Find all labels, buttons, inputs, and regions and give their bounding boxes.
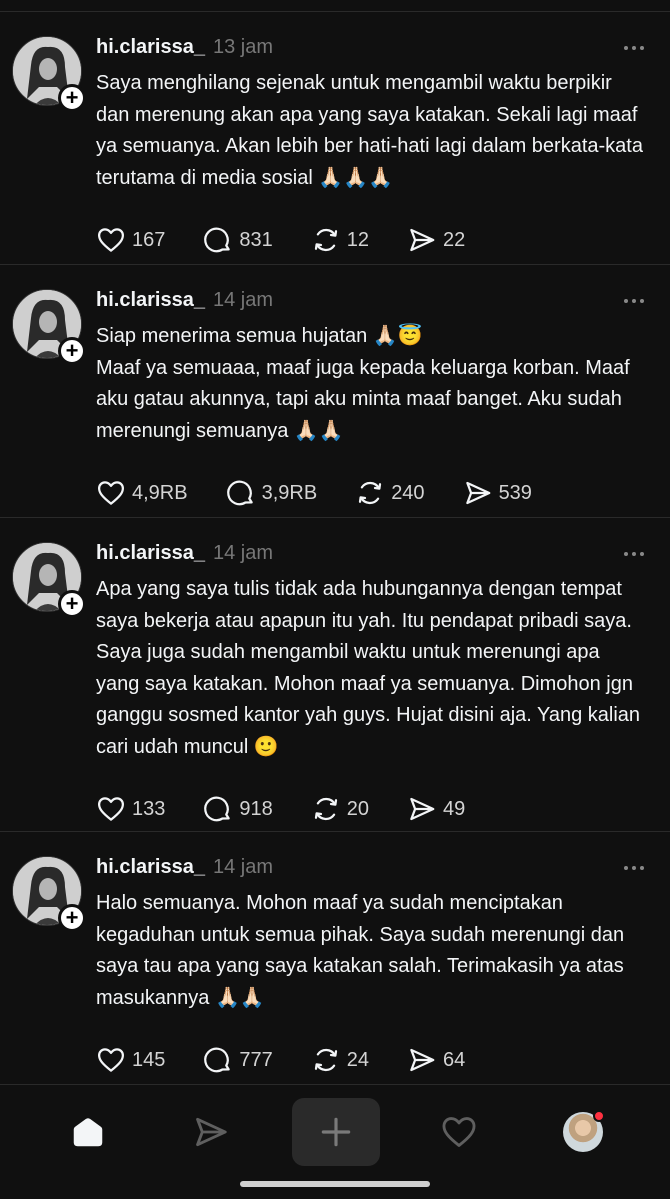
repost-count: 24 [346, 1048, 369, 1071]
repost-icon [314, 797, 337, 821]
tab-activity[interactable] [417, 1098, 501, 1166]
post-text: Siap menerima semua hujatan 🙏🏻😇 Maaf ya … [96, 325, 630, 442]
post-time: 14 jam [212, 856, 273, 878]
share-button[interactable]: 539 [463, 478, 532, 508]
repost-button[interactable]: 12 [311, 225, 369, 255]
send-icon [410, 228, 435, 252]
plus-icon [321, 1117, 351, 1147]
home-icon [73, 1118, 103, 1147]
reply-count: 831 [239, 228, 273, 251]
like-button[interactable]: 4,9RB [96, 478, 188, 508]
top-divider [0, 0, 670, 12]
post-avatar[interactable]: + [12, 36, 86, 112]
reply-count: 777 [239, 1048, 273, 1071]
post-time: 14 jam [212, 289, 273, 311]
reply-button[interactable]: 918 [203, 794, 273, 824]
reply-button[interactable]: 831 [203, 225, 273, 255]
send-icon [410, 797, 435, 821]
post-username[interactable]: hi.clarissa_ [96, 856, 205, 879]
tab-home[interactable] [46, 1098, 130, 1166]
threads-feed: + hi.clarissa_ 13 jam Saya menghilang se… [0, 0, 670, 1085]
follow-plus-icon[interactable]: + [58, 590, 86, 618]
comment-icon [226, 480, 253, 506]
post-text: Apa yang saya tulis tidak ada hubunganny… [96, 578, 641, 758]
tab-profile[interactable] [541, 1098, 625, 1166]
thread-post[interactable]: + hi.clarissa_ 13 jam Saya menghilang se… [0, 12, 670, 265]
send-icon [196, 1117, 227, 1147]
send-icon [410, 1048, 435, 1072]
post-text: Halo semuanya. Mohon maaf ya sudah menci… [96, 892, 625, 1009]
thread-post[interactable]: + hi.clarissa_ 14 jam Halo semuanya. Moh… [0, 832, 670, 1085]
comment-icon [204, 1047, 231, 1073]
more-dots-icon[interactable] [624, 552, 644, 556]
like-count: 167 [132, 228, 166, 251]
post-time: 13 jam [212, 36, 273, 58]
notification-dot [593, 1110, 605, 1122]
repost-count: 20 [346, 797, 369, 820]
share-button[interactable]: 22 [407, 225, 465, 255]
profile-avatar [563, 1110, 605, 1152]
post-text: Saya menghilang sejenak untuk mengambil … [96, 72, 643, 189]
more-dots-icon[interactable] [624, 299, 644, 303]
tab-new-thread[interactable] [292, 1098, 380, 1166]
follow-plus-icon[interactable]: + [58, 84, 86, 112]
heart-icon [98, 481, 124, 505]
more-dots-icon[interactable] [624, 866, 644, 870]
heart-icon [98, 228, 124, 252]
like-button[interactable]: 133 [96, 794, 165, 824]
tab-messages[interactable] [169, 1098, 253, 1166]
share-count: 22 [443, 228, 466, 251]
post-time: 14 jam [212, 542, 273, 564]
share-button[interactable]: 64 [407, 1045, 465, 1075]
repost-button[interactable]: 24 [311, 1045, 369, 1075]
repost-button[interactable]: 20 [311, 794, 369, 824]
post-username[interactable]: hi.clarissa_ [96, 289, 205, 312]
home-indicator [240, 1181, 430, 1187]
send-icon [465, 481, 490, 505]
repost-button[interactable]: 240 [355, 478, 425, 508]
post-avatar[interactable]: + [12, 289, 86, 365]
like-button[interactable]: 145 [96, 1045, 165, 1075]
share-button[interactable]: 49 [407, 794, 465, 824]
reply-count: 3,9RB [261, 481, 318, 504]
share-count: 64 [443, 1048, 466, 1071]
repost-icon [314, 1048, 337, 1072]
share-count: 49 [443, 797, 466, 820]
follow-plus-icon[interactable]: + [58, 904, 86, 932]
post-avatar[interactable]: + [12, 856, 86, 932]
repost-icon [359, 481, 382, 505]
heart-icon [442, 1117, 476, 1147]
like-count: 145 [132, 1048, 166, 1071]
more-dots-icon[interactable] [624, 46, 644, 50]
post-avatar[interactable]: + [12, 542, 86, 618]
bottom-tab-bar [0, 1086, 670, 1199]
comment-icon [204, 796, 231, 822]
thread-post[interactable]: + hi.clarissa_ 14 jam Apa yang saya tuli… [0, 518, 670, 832]
repost-count: 12 [346, 228, 369, 251]
heart-icon [98, 1048, 124, 1072]
post-username[interactable]: hi.clarissa_ [96, 36, 205, 59]
reply-button[interactable]: 777 [203, 1045, 273, 1075]
follow-plus-icon[interactable]: + [58, 337, 86, 365]
repost-count: 240 [391, 481, 425, 504]
heart-icon [98, 797, 124, 821]
like-count: 4,9RB [132, 481, 188, 504]
reply-count: 918 [239, 797, 273, 820]
post-username[interactable]: hi.clarissa_ [96, 542, 205, 565]
comment-icon [204, 227, 231, 253]
like-count: 133 [132, 797, 166, 820]
repost-icon [314, 228, 337, 252]
like-button[interactable]: 167 [96, 225, 165, 255]
share-count: 539 [498, 481, 532, 504]
thread-post[interactable]: + hi.clarissa_ 14 jam Siap menerima semu… [0, 265, 670, 518]
reply-button[interactable]: 3,9RB [226, 478, 318, 508]
